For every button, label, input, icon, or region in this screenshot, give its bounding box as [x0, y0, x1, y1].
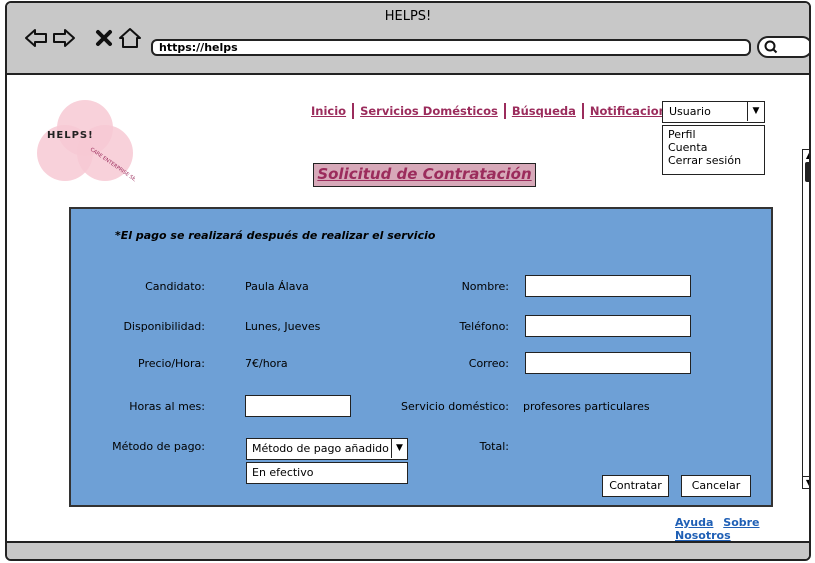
vertical-scrollbar[interactable]: ▲ ▼	[802, 149, 809, 489]
search-icon	[764, 40, 778, 54]
user-dropdown[interactable]: Usuario ▼	[662, 101, 765, 123]
nav-item-busqueda[interactable]: Búsqueda	[512, 104, 576, 118]
email-label: Correo:	[468, 357, 509, 370]
phone-label: Teléfono:	[459, 320, 509, 333]
name-label: Nombre:	[461, 280, 509, 293]
chevron-down-icon[interactable]: ▼	[747, 102, 764, 121]
service-label: Servicio doméstico:	[401, 400, 509, 413]
page-title: Solicitud de Contratación	[313, 163, 536, 187]
search-box[interactable]	[757, 36, 809, 58]
payment-note: *El pago se realizará después de realiza…	[115, 229, 436, 242]
candidate-value: Paula Álava	[245, 280, 309, 293]
scroll-thumb[interactable]	[805, 162, 809, 182]
menu-item-cerrar-sesion[interactable]: Cerrar sesión	[668, 154, 759, 167]
nav-separator	[503, 103, 506, 119]
footer-link-ayuda[interactable]: Ayuda	[675, 516, 713, 529]
menu-item-perfil[interactable]: Perfil	[668, 128, 759, 141]
contratar-button[interactable]: Contratar	[602, 475, 669, 497]
payment-method-label: Método de pago:	[112, 440, 205, 453]
logo-name: HELPS!	[47, 130, 94, 141]
forward-arrow-icon[interactable]	[51, 25, 77, 51]
nav-item-servicios[interactable]: Servicios Domésticos	[360, 104, 498, 118]
cancelar-button[interactable]: Cancelar	[681, 475, 751, 497]
hours-label: Horas al mes:	[129, 400, 205, 413]
close-x-icon[interactable]	[91, 25, 117, 51]
email-input[interactable]	[525, 352, 691, 374]
price-label: Precio/Hora:	[138, 357, 205, 370]
hire-request-form: *El pago se realizará después de realiza…	[69, 207, 773, 507]
browser-window: HELPS! https://helps HELPS! CARE ENTERPR…	[5, 1, 811, 561]
availability-label: Disponibilidad:	[123, 320, 205, 333]
nav-separator	[581, 103, 584, 119]
url-bar[interactable]: https://helps	[151, 39, 751, 56]
browser-chrome: HELPS! https://helps	[7, 3, 809, 75]
phone-input[interactable]	[525, 315, 691, 337]
scroll-up-icon[interactable]: ▲	[803, 150, 809, 162]
availability-value: Lunes, Jueves	[245, 320, 321, 333]
browser-status-bar	[7, 541, 809, 559]
service-value: profesores particulares	[523, 400, 650, 413]
back-arrow-icon[interactable]	[23, 25, 49, 51]
user-dropdown-value: Usuario	[669, 105, 711, 118]
total-label: Total:	[479, 440, 509, 453]
payment-option-efectivo[interactable]: En efectivo	[246, 462, 408, 484]
home-icon[interactable]	[117, 25, 143, 51]
window-title: HELPS!	[384, 9, 432, 24]
name-input[interactable]	[525, 275, 691, 297]
payment-method-select[interactable]: Método de pago añadido ▼	[246, 438, 408, 460]
footer-links: Ayuda Sobre Nosotros	[675, 516, 809, 542]
nav-item-inicio[interactable]: Inicio	[311, 104, 346, 118]
price-value: 7€/hora	[245, 357, 288, 370]
nav-separator	[352, 103, 355, 119]
hours-input[interactable]	[245, 395, 351, 417]
scroll-down-icon[interactable]: ▼	[803, 476, 809, 488]
payment-method-value: Método de pago añadido	[252, 442, 389, 455]
chevron-down-icon[interactable]: ▼	[391, 439, 407, 458]
menu-item-cuenta[interactable]: Cuenta	[668, 141, 759, 154]
page-content: HELPS! CARE ENTERPRISE SERVICES Inicio S…	[7, 75, 809, 545]
main-nav: Inicio Servicios Domésticos Búsqueda Not…	[305, 103, 690, 119]
candidate-label: Candidato:	[145, 280, 205, 293]
helps-logo: HELPS! CARE ENTERPRISE SERVICES	[37, 100, 135, 188]
user-menu-list: Perfil Cuenta Cerrar sesión	[662, 125, 765, 175]
